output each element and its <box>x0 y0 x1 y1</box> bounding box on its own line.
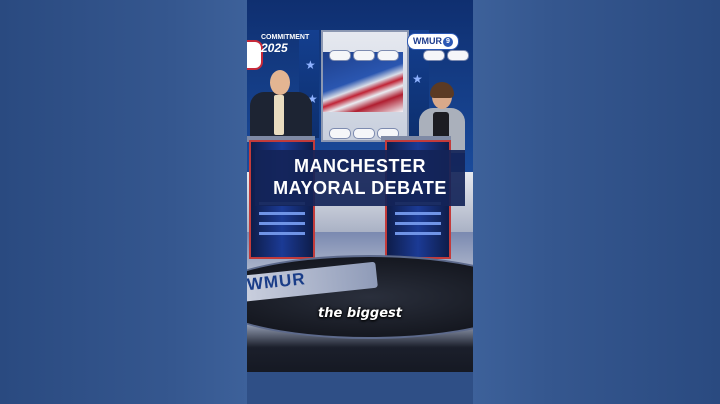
backdrop-logo-chip <box>353 50 375 61</box>
station-corner-logo: WMUR 9 <box>407 33 459 50</box>
backdrop-logo-chip <box>377 50 399 61</box>
headline-line-1: MANCHESTER <box>293 156 426 176</box>
event-logo: COMMITMENT 2025 <box>261 34 309 55</box>
station-corner-logo-text: WMUR <box>413 36 442 46</box>
event-logo-year: 2025 <box>261 41 288 55</box>
right-background-panel <box>473 0 720 404</box>
candidate-left-tie <box>274 95 284 135</box>
backdrop-logo-chip <box>329 50 351 61</box>
headline-line-2: MAYORAL DEBATE <box>273 178 447 198</box>
headline-banner: MANCHESTER MAYORAL DEBATE <box>255 150 465 206</box>
star-icon: ★ <box>412 72 423 86</box>
backdrop-logo-chip <box>447 50 469 61</box>
backdrop-logo-chip <box>353 128 375 139</box>
video-frame[interactable]: ★ ★ ★ WMUR COMMITMENT 2025 WMUR 9 MANCHES <box>247 0 473 404</box>
video-caption: the biggest <box>318 306 402 321</box>
left-background-panel <box>0 0 247 404</box>
bottom-strip <box>247 372 473 404</box>
star-icon: ★ <box>305 58 316 72</box>
flag-artwork <box>323 52 403 112</box>
station-logo-mark: 9 <box>443 36 453 47</box>
backdrop-logo-chip <box>423 50 445 61</box>
backdrop-logo-chip <box>329 128 351 139</box>
candidate-left-head <box>270 70 290 95</box>
event-logo-small-text: COMMITMENT <box>261 34 310 41</box>
